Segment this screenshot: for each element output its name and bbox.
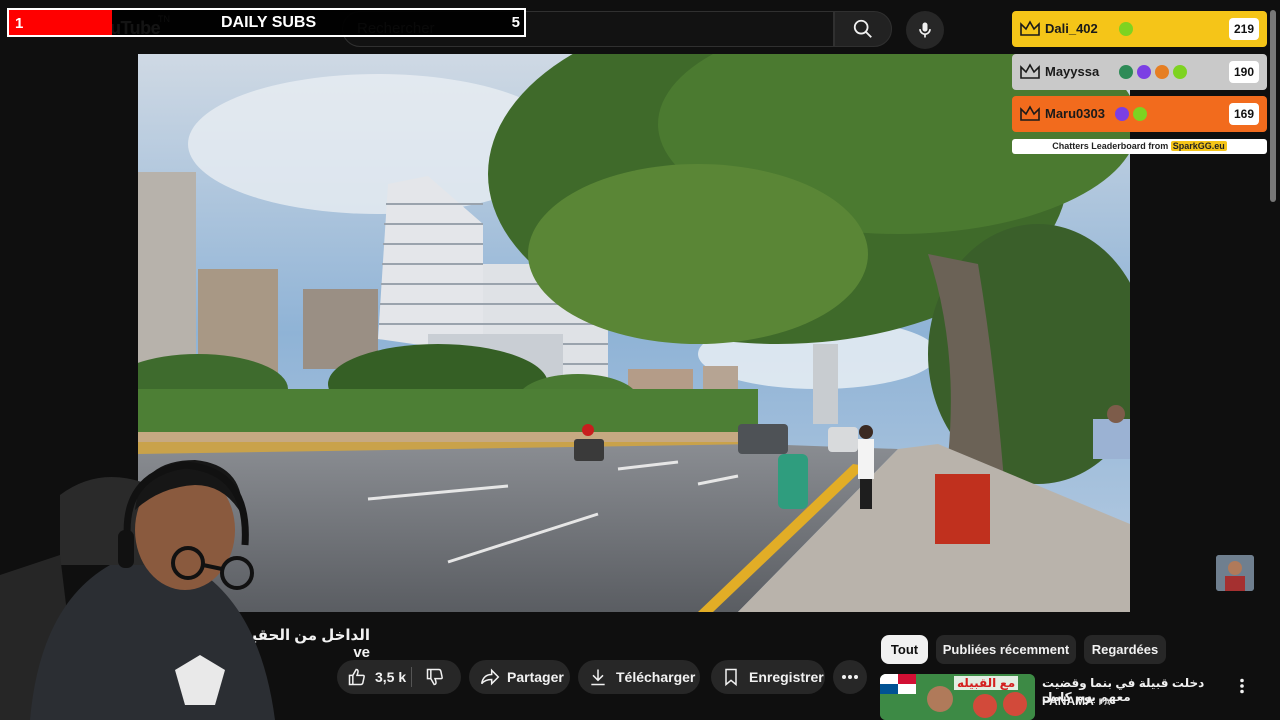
more-vertical-icon: [1240, 678, 1244, 694]
like-divider: [411, 667, 412, 687]
scrollbar-thumb[interactable]: [1270, 10, 1276, 202]
recommendation-channel-name: PANAMA: [1042, 694, 1094, 708]
subs-progress-fill: [9, 10, 112, 35]
star-badge-icon: [1119, 22, 1133, 36]
dislike-button[interactable]: [411, 660, 461, 694]
crown-icon: [1020, 105, 1040, 121]
search-icon: [853, 19, 872, 38]
person-thumbnail: [1216, 555, 1254, 591]
purple-badge-icon: [1137, 65, 1151, 79]
like-count: 3,5 k: [375, 669, 407, 685]
recommendation-thumbnail[interactable]: مع القبيله: [880, 674, 1035, 720]
leaderboard-footer: Chatters Leaderboard from SparkGG.eu: [1012, 139, 1267, 154]
voice-search-button[interactable]: [906, 11, 944, 49]
subs-goal-target: 5: [511, 14, 520, 31]
youtube-watch-page: uTube TN 1 DAILY SUBS 5: [0, 0, 1280, 720]
recommendation-channel-suffix: PA: [1098, 697, 1111, 707]
more-actions-button[interactable]: [833, 660, 867, 694]
leaderboard-entry-2: Mayyssa 190: [1012, 54, 1267, 90]
chip-recent[interactable]: Publiées récemment: [936, 635, 1076, 664]
search-button[interactable]: [834, 11, 892, 47]
purple-badge-icon: [1115, 107, 1129, 121]
crown-icon: [1020, 20, 1040, 36]
star-badge-icon: [1133, 107, 1147, 121]
more-horizontal-icon: [842, 675, 858, 679]
streamer-webcam: [0, 455, 290, 720]
tool-badge-icon: [1119, 65, 1133, 79]
daily-subs-goal-bar: 1 DAILY SUBS 5: [7, 8, 526, 37]
recommendation-menu-button[interactable]: [1236, 678, 1248, 694]
save-label: Enregistrer: [749, 669, 824, 685]
leaderboard-entry-3: Maru0303 169: [1012, 96, 1267, 132]
leaderboard-score: 190: [1229, 61, 1259, 83]
leaderboard-footer-text: Chatters Leaderboard from: [1052, 141, 1169, 151]
share-label: Partager: [507, 669, 564, 685]
share-icon: [480, 668, 500, 686]
like-button[interactable]: 3,5 k: [337, 660, 411, 694]
recommendation-channel[interactable]: PANAMA PA: [1042, 694, 1111, 708]
subs-current-count: 1: [15, 15, 24, 32]
thumbs-up-icon: [348, 668, 365, 686]
pumpkin-badge-icon: [1155, 65, 1169, 79]
download-icon: [591, 669, 605, 686]
chip-watched[interactable]: Regardées: [1084, 635, 1166, 664]
thumbs-down-icon: [426, 668, 443, 686]
crown-icon: [1020, 63, 1040, 79]
leaderboard-name: Mayyssa: [1045, 64, 1100, 79]
leaderboard-name: Dali_402: [1045, 21, 1098, 36]
leaderboard-score: 169: [1229, 103, 1259, 125]
streamer-figure: [0, 460, 275, 720]
leaderboard-entry-1: Dali_402 219: [1012, 11, 1267, 47]
thumbnail-caption: مع القبيله: [954, 676, 1019, 690]
microphone-icon: [919, 22, 931, 38]
mini-avatar-thumbnail[interactable]: [1216, 555, 1254, 591]
share-button[interactable]: Partager: [469, 660, 570, 694]
chip-tout[interactable]: Tout: [881, 635, 928, 664]
download-button[interactable]: Télécharger: [578, 660, 700, 694]
leaderboard-score: 219: [1229, 18, 1259, 40]
like-dislike-group: 3,5 k: [337, 660, 461, 694]
sparkgg-brand: SparkGG.eu: [1170, 141, 1227, 151]
bookmark-icon: [725, 668, 737, 687]
download-label: Télécharger: [616, 669, 696, 685]
page-scrollbar[interactable]: [1268, 0, 1280, 720]
leaderboard-name: Maru0303: [1045, 106, 1105, 121]
save-button[interactable]: Enregistrer: [711, 660, 825, 694]
subs-goal-title: DAILY SUBS: [221, 14, 317, 31]
star-badge-icon: [1173, 65, 1187, 79]
